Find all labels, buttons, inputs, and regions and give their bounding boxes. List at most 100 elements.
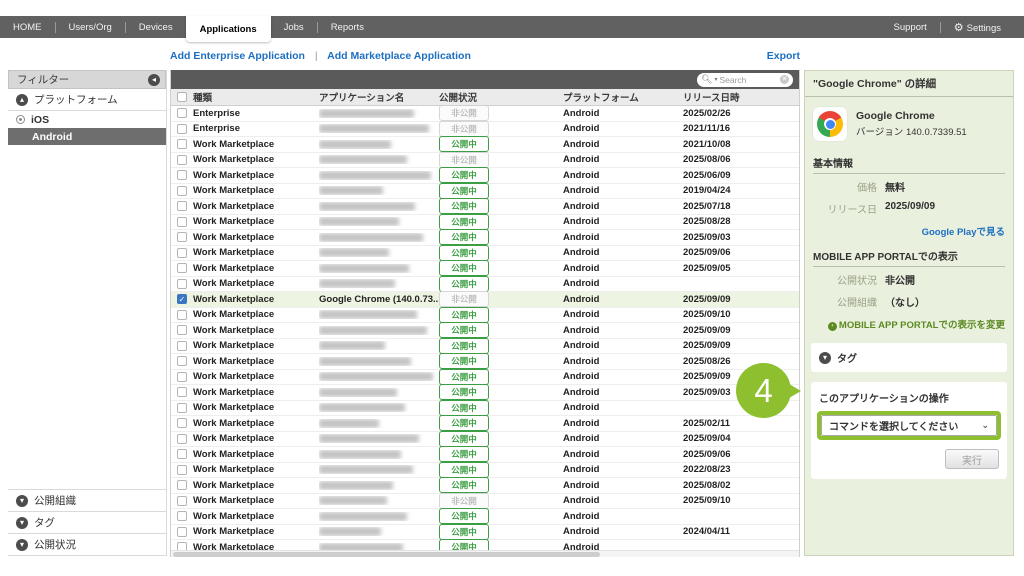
row-checkbox[interactable] — [177, 310, 187, 320]
portal-change-link[interactable]: MOBILE APP PORTALでの表示を変更 — [839, 320, 1005, 331]
table-row[interactable]: Work Marketplace公開中Android2021/10/08 — [171, 137, 799, 153]
export-link[interactable]: Export — [767, 50, 800, 66]
row-checkbox[interactable] — [177, 279, 187, 289]
tags-section-toggle[interactable]: ▾ タグ — [811, 343, 1007, 372]
operations-card: このアプリケーションの操作 コマンドを選択してください ⌄ 実行 — [811, 382, 1007, 479]
row-checkbox[interactable] — [177, 387, 187, 397]
row-checkbox[interactable] — [177, 124, 187, 134]
table-row[interactable]: Work Marketplace公開中Android2025/09/10 — [171, 308, 799, 324]
horizontal-scrollbar[interactable] — [171, 550, 799, 557]
sidebar-section-platform[interactable]: ▴ プラットフォーム — [8, 89, 166, 111]
sidebar-item-label: Android — [32, 131, 72, 143]
nav-settings[interactable]: ⚙Settings — [941, 21, 1014, 34]
scrollbar-thumb[interactable] — [173, 552, 600, 557]
row-checkbox[interactable] — [177, 403, 187, 413]
redacted-app-name — [319, 186, 383, 195]
row-checkbox[interactable] — [177, 108, 187, 118]
redacted-app-name — [319, 310, 417, 319]
app-name-cell — [319, 155, 439, 164]
table-row[interactable]: Work Marketplace非公開Android2025/08/06 — [171, 153, 799, 169]
table-row[interactable]: Work Marketplace公開中Android2025/08/26 — [171, 354, 799, 370]
nav-tab-jobs[interactable]: Jobs — [271, 22, 317, 33]
search-input[interactable]: 🔍︎ ▾ Search ✕ — [697, 73, 793, 87]
app-type-cell: Work Marketplace — [193, 526, 319, 537]
row-checkbox[interactable] — [177, 139, 187, 149]
row-checkbox[interactable] — [177, 418, 187, 428]
command-select[interactable]: コマンドを選択してください ⌄ — [821, 415, 997, 436]
add-marketplace-application-link[interactable]: Add Marketplace Application — [327, 50, 471, 62]
row-checkbox[interactable] — [177, 232, 187, 242]
table-row[interactable]: Work Marketplace公開中Android2025/08/28 — [171, 215, 799, 231]
sidebar-item-android[interactable]: Android — [8, 128, 166, 145]
add-enterprise-application-link[interactable]: Add Enterprise Application — [170, 50, 305, 62]
table-row[interactable]: Work Marketplace公開中Android2025/09/09 — [171, 339, 799, 355]
row-checkbox[interactable] — [177, 542, 187, 550]
nav-tab-users-org[interactable]: Users/Org — [56, 22, 125, 33]
table-row[interactable]: Work Marketplace公開中Android2025/09/03 — [171, 385, 799, 401]
status-cell: 公開中 — [439, 415, 563, 431]
row-checkbox[interactable] — [177, 263, 187, 273]
select-all-checkbox[interactable] — [177, 92, 187, 102]
execute-button[interactable]: 実行 — [945, 449, 999, 469]
row-checkbox[interactable] — [177, 480, 187, 490]
row-checkbox[interactable] — [177, 527, 187, 537]
google-play-link[interactable]: Google Playで見る — [922, 227, 1005, 238]
sidebar-section-タグ[interactable]: ▾タグ — [8, 512, 166, 534]
platform-cell: Android — [563, 464, 683, 475]
row-checkbox[interactable] — [177, 170, 187, 180]
row-checkbox[interactable] — [177, 155, 187, 165]
table-row[interactable]: Work Marketplace公開中Android2025/09/03 — [171, 230, 799, 246]
row-checkbox[interactable] — [177, 465, 187, 475]
table-row[interactable]: Work Marketplace公開中Android2025/09/09 — [171, 323, 799, 339]
table-row[interactable]: Work Marketplace公開中Android2025/07/18 — [171, 199, 799, 215]
table-row[interactable]: Work Marketplace公開中Android — [171, 277, 799, 293]
table-row[interactable]: Work Marketplace公開中Android2025/09/05 — [171, 261, 799, 277]
platform-cell: Android — [563, 526, 683, 537]
collapse-sidebar-button[interactable]: ◂ — [148, 74, 160, 86]
row-checkbox[interactable] — [177, 449, 187, 459]
table-row[interactable]: Work Marketplace公開中Android2025/09/06 — [171, 447, 799, 463]
row-checkbox-cell — [171, 341, 193, 351]
table-row[interactable]: Work Marketplace公開中Android — [171, 401, 799, 417]
row-checkbox[interactable] — [177, 434, 187, 444]
row-checkbox[interactable] — [177, 186, 187, 196]
table-row[interactable]: Work Marketplace公開中Android2022/08/23 — [171, 463, 799, 479]
row-checkbox[interactable] — [177, 217, 187, 227]
row-checkbox[interactable] — [177, 201, 187, 211]
nav-support[interactable]: Support — [881, 22, 940, 33]
table-row[interactable]: Enterprise非公開Android2025/02/26 — [171, 106, 799, 122]
row-checkbox[interactable] — [177, 248, 187, 258]
clear-search-icon[interactable]: ✕ — [780, 75, 789, 84]
table-row[interactable]: Work Marketplace公開中Android2025/02/11 — [171, 416, 799, 432]
row-checkbox[interactable] — [177, 511, 187, 521]
nav-tab-applications[interactable]: Applications — [186, 16, 271, 42]
row-checkbox[interactable] — [177, 325, 187, 335]
app-type-cell: Work Marketplace — [193, 464, 319, 475]
row-checkbox[interactable] — [177, 372, 187, 382]
table-row[interactable]: Work Marketplace公開中Android — [171, 540, 799, 550]
nav-tab-devices[interactable]: Devices — [126, 22, 186, 33]
table-row[interactable]: Work Marketplace公開中Android2019/04/24 — [171, 184, 799, 200]
table-row[interactable]: ✓Work MarketplaceGoogle Chrome (140.0.73… — [171, 292, 799, 308]
sidebar-section-公開組織[interactable]: ▾公開組織 — [8, 490, 166, 512]
status-badge: 公開中 — [439, 400, 489, 416]
nav-tab-reports[interactable]: Reports — [318, 22, 377, 33]
row-checkbox[interactable] — [177, 341, 187, 351]
table-row[interactable]: Work Marketplace公開中Android2025/09/06 — [171, 246, 799, 262]
table-row[interactable]: Work Marketplace公開中Android2025/08/02 — [171, 478, 799, 494]
table-row[interactable]: Work Marketplace公開中Android2024/04/11 — [171, 525, 799, 541]
row-checkbox[interactable] — [177, 496, 187, 506]
table-row[interactable]: Work Marketplace非公開Android2025/09/10 — [171, 494, 799, 510]
table-row[interactable]: Work Marketplace公開中Android2025/09/04 — [171, 432, 799, 448]
row-checkbox[interactable]: ✓ — [177, 294, 187, 304]
table-row[interactable]: Work Marketplace公開中Android2025/06/09 — [171, 168, 799, 184]
row-checkbox[interactable] — [177, 356, 187, 366]
table-row[interactable]: Work Marketplace公開中Android2025/09/09 — [171, 370, 799, 386]
step-4-annotation-badge: 4 — [736, 363, 791, 418]
status-cell: 公開中 — [439, 353, 563, 369]
sidebar-section-公開状況[interactable]: ▾公開状況 — [8, 534, 166, 556]
sidebar-item-ios[interactable]: iOS — [8, 111, 166, 128]
table-row[interactable]: Work Marketplace公開中Android — [171, 509, 799, 525]
nav-tab-home[interactable]: HOME — [0, 22, 55, 33]
table-row[interactable]: Enterprise非公開Android2021/11/16 — [171, 122, 799, 138]
